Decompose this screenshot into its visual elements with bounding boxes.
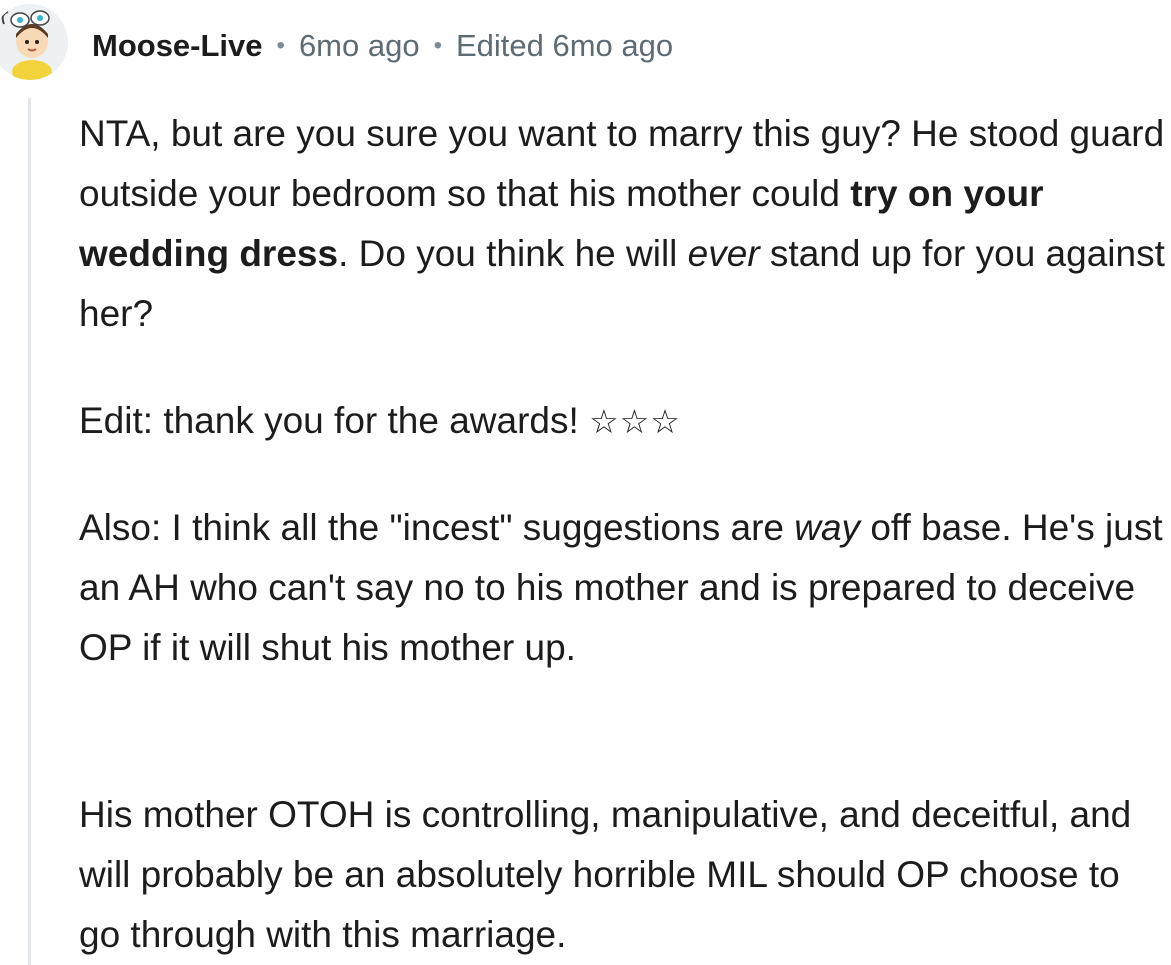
- comment-paragraph-3: Also: I think all the "incest" suggestio…: [79, 498, 1169, 678]
- italic-text: ever: [687, 233, 760, 274]
- edited-timestamp: Edited 6mo ago: [455, 28, 674, 63]
- paragraph-text: His mother OTOH is controlling, manipula…: [79, 794, 1132, 955]
- comment-meta: Moose-Live • 6mo ago • Edited 6mo ago: [92, 24, 673, 68]
- meta-separator: •: [433, 32, 442, 59]
- italic-text: way: [794, 507, 861, 548]
- snoo-avatar-icon[interactable]: [0, 4, 68, 80]
- comment: Moose-Live • 6mo ago • Edited 6mo ago NT…: [0, 0, 1171, 965]
- comment-paragraph-1: NTA, but are you sure you want to marry …: [79, 104, 1169, 344]
- star-icons: ☆☆☆: [589, 402, 681, 441]
- author-name[interactable]: Moose-Live: [92, 24, 263, 68]
- meta-separator: •: [276, 32, 285, 59]
- comment-timestamp[interactable]: 6mo ago: [299, 24, 420, 68]
- comment-paragraph-2: Edit: thank you for the awards! ☆☆☆: [79, 391, 1169, 452]
- paragraph-text: . Do you think he will: [338, 233, 688, 274]
- paragraph-text: Also: I think all the "incest" suggestio…: [79, 507, 795, 548]
- comment-header: Moose-Live • 6mo ago • Edited 6mo ago: [0, 0, 1171, 90]
- paragraph-text: Edit: thank you for the awards!: [79, 400, 590, 441]
- thread-collapse-line[interactable]: [28, 98, 31, 965]
- comment-paragraph-4: His mother OTOH is controlling, manipula…: [79, 785, 1169, 965]
